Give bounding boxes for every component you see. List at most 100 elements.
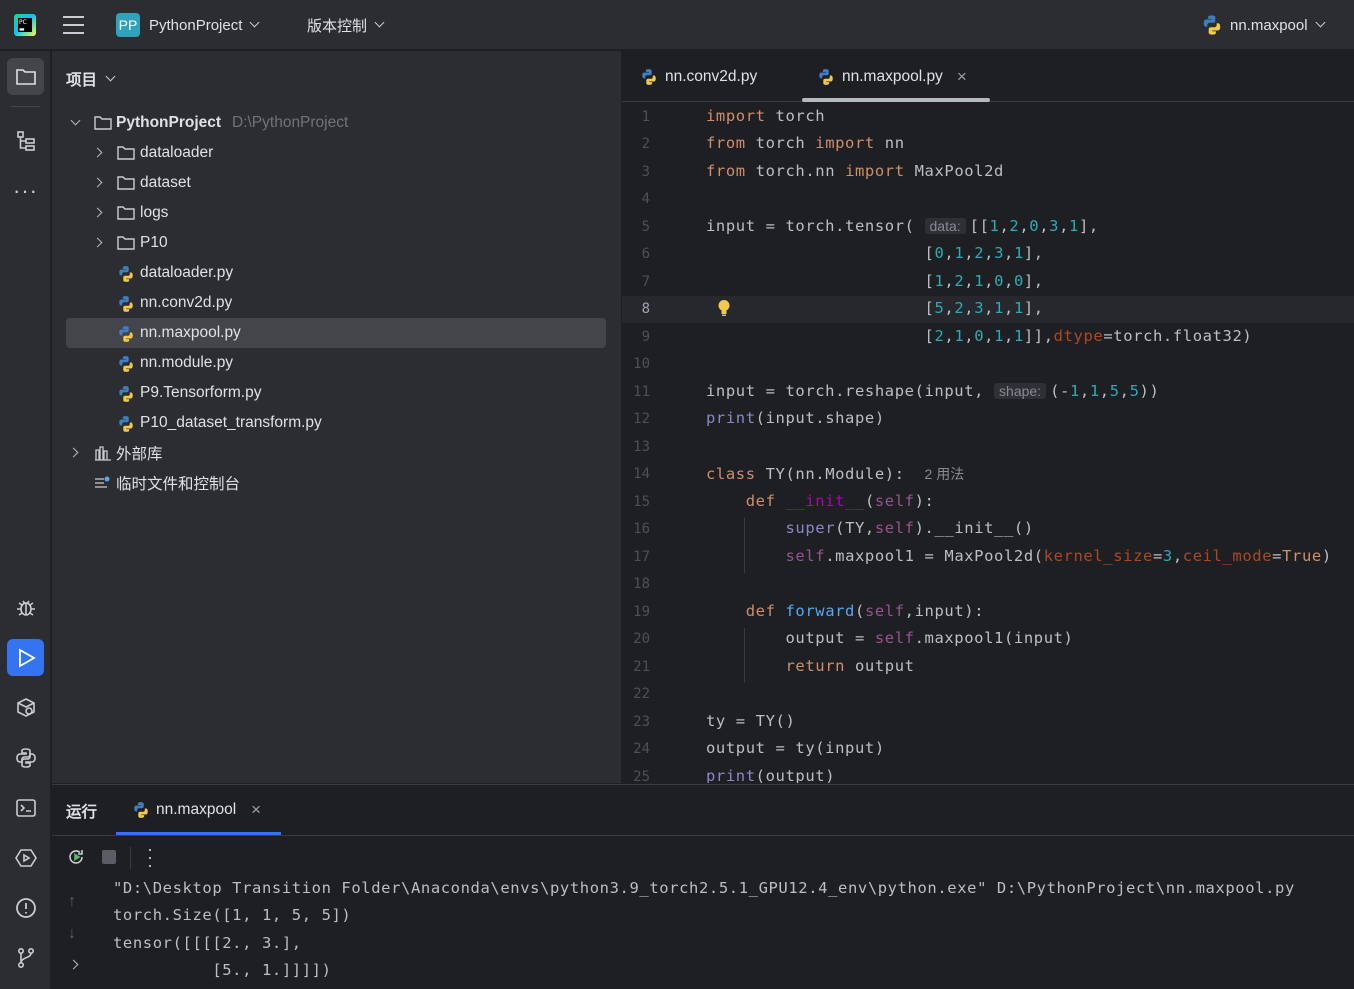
tree-item-folder[interactable]: dataloader [66, 138, 606, 168]
expand-icon[interactable] [92, 237, 103, 248]
run-icon[interactable] [7, 639, 44, 676]
structure-tool-icon[interactable] [7, 122, 44, 159]
run-panel-title: 运行 [66, 804, 98, 821]
code-line: class TY(nn.Module): 2 用法 [706, 465, 965, 483]
expand-icon[interactable] [68, 959, 79, 970]
code-line: ty = TY() [706, 712, 796, 730]
services-icon[interactable] [7, 689, 44, 726]
tree-item-label: dataloader [140, 144, 214, 161]
scroll-down-icon[interactable]: ↓ [68, 925, 76, 943]
rerun-icon[interactable] [66, 847, 86, 872]
title-bar: PC ▬ PP PythonProject 版本控制 nn.maxpool [0, 0, 1354, 50]
tree-root[interactable]: PythonProject D:\PythonProject [66, 108, 606, 138]
tree-item-label: dataloader.py [140, 264, 234, 281]
chevron-down-icon [105, 71, 116, 82]
code-line: return output [785, 657, 915, 675]
code-line: super(TY,self).__init__() [785, 519, 1034, 537]
code-area[interactable]: import torch from torch import nn from t… [622, 102, 1354, 783]
code-line: print(output) [706, 767, 836, 783]
expand-icon[interactable] [92, 147, 103, 158]
param-hint: data: [924, 218, 966, 234]
tree-item-file[interactable]: dataloader.py [66, 258, 606, 288]
tree-item-label: logs [140, 204, 169, 221]
root-path: D:\PythonProject [232, 114, 349, 131]
python-icon [134, 802, 148, 818]
tree-item-label: nn.module.py [140, 354, 234, 371]
run-panel-divider [52, 835, 1354, 836]
toolbar-separator [130, 847, 131, 869]
python-file-icon [119, 356, 133, 372]
pycharm-logo-icon[interactable]: PC ▬ [14, 14, 36, 36]
tab-label: nn.conv2d.py [665, 67, 758, 85]
project-name: PythonProject [149, 16, 243, 34]
project-badge: PP [116, 13, 140, 37]
more-options-icon[interactable]: · · · [147, 840, 153, 874]
tree-item-file-selected[interactable]: nn.maxpool.py [66, 318, 606, 348]
tree-item-label: P9.Tensorform.py [140, 384, 262, 401]
run-tab[interactable]: nn.maxpool × [132, 798, 261, 822]
tree-item-file[interactable]: P10_dataset_transform.py [66, 408, 606, 438]
code-line: import torch [706, 107, 826, 125]
usages-hint[interactable]: 2 用法 [925, 466, 965, 482]
editor: nn.conv2d.py nn.maxpool.py × 1 2 3 4 5 6… [622, 51, 1354, 785]
debug-icon[interactable] [7, 589, 44, 626]
project-tool-icon[interactable] [7, 58, 44, 95]
library-icon [95, 446, 111, 461]
tree-item-folder[interactable]: logs [66, 198, 606, 228]
problems-icon[interactable] [7, 889, 44, 926]
tree-item-label: 外部库 [116, 446, 163, 463]
stop-icon[interactable] [102, 850, 116, 864]
tree-item-file[interactable]: nn.conv2d.py [66, 288, 606, 318]
expand-icon[interactable] [68, 447, 79, 458]
tree-external-libraries[interactable]: 外部库 [66, 438, 606, 468]
run-panel: 运行 nn.maxpool × · · · ↑ ↓ "D:\Desktop Tran… [52, 784, 1354, 989]
code-line: print(input.shape) [706, 409, 885, 427]
python-packages-icon[interactable] [7, 739, 44, 776]
tree-item-file[interactable]: nn.module.py [66, 348, 606, 378]
code-line: [1,2,1,0,0], [706, 272, 1044, 290]
tree-scratches[interactable]: 临时文件和控制台 [66, 468, 606, 498]
scratches-icon [95, 476, 110, 488]
vcs-menu[interactable]: 版本控制 [307, 11, 385, 39]
terminal-icon[interactable] [7, 789, 44, 826]
git-icon[interactable] [7, 939, 44, 976]
code-line: def __init__(self): [745, 492, 935, 510]
more-tools-icon[interactable]: ··· [7, 172, 44, 209]
expand-icon[interactable] [92, 177, 103, 188]
close-icon[interactable]: × [251, 800, 261, 820]
python-file-icon [119, 416, 133, 432]
folder-icon [94, 116, 112, 130]
code-line: from torch.nn import MaxPool2d [706, 162, 1004, 180]
tree-item-folder[interactable]: P10 [66, 228, 606, 258]
scroll-up-icon[interactable]: ↑ [68, 893, 76, 911]
tab-nn-conv2d[interactable]: nn.conv2d.py [640, 51, 757, 102]
param-hint: shape: [994, 383, 1047, 399]
console-line: tensor([[[[2., 3.], [113, 934, 302, 952]
close-icon[interactable]: × [957, 67, 967, 87]
run-tab-label: nn.maxpool [156, 801, 237, 818]
code-line: input = torch.tensor( data: [[1,2,0,3,1], [706, 217, 1099, 235]
expand-icon[interactable] [70, 115, 81, 126]
python-file-icon [119, 386, 133, 402]
tree-item-label: 临时文件和控制台 [116, 476, 241, 493]
project-panel-header[interactable]: 项目 [66, 68, 116, 90]
tree-item-file[interactable]: P9.Tensorform.py [66, 378, 606, 408]
tree-item-label: P10_dataset_transform.py [140, 414, 322, 431]
python-console-icon[interactable] [7, 839, 44, 876]
run-config-selector[interactable]: nn.maxpool [1201, 11, 1326, 39]
expand-icon[interactable] [92, 207, 103, 218]
tab-label: nn.maxpool.py [842, 67, 943, 85]
tool-window-strip: ··· [0, 51, 51, 989]
tree-item-folder[interactable]: dataset [66, 168, 606, 198]
main-menu-icon[interactable] [63, 15, 84, 35]
folder-icon [117, 236, 135, 250]
tab-nn-maxpool[interactable]: nn.maxpool.py × [817, 51, 967, 102]
python-file-icon [642, 68, 656, 85]
code-line: self.maxpool1 = MaxPool2d(kernel_size=3,… [785, 547, 1332, 565]
python-file-icon [119, 326, 133, 342]
python-file-icon [119, 266, 133, 282]
python-icon [1203, 15, 1221, 35]
project-switcher[interactable]: PP PythonProject [116, 11, 260, 39]
folder-icon [117, 146, 135, 160]
project-panel: 项目 PythonProject D:\PythonProject datalo… [52, 51, 621, 783]
